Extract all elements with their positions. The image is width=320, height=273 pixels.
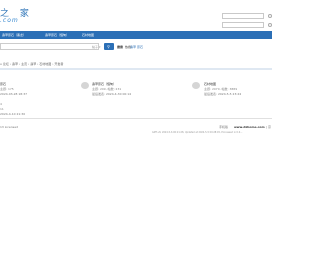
forum-meta: 4	[0, 102, 2, 106]
breadcrumb-text[interactable]: 论坛 › 翡翠 › 主页 › 翡翠 › 石材地图 › 开发者	[3, 62, 64, 66]
forum-name[interactable]: 原石	[0, 82, 6, 86]
forum-last-post[interactable]: 最后发表: 2024-4-30 00:14	[92, 92, 131, 96]
forum-icon	[192, 82, 200, 89]
nav-item-heilong[interactable]: 翡翠原石（黑龙）	[2, 33, 26, 37]
forum-name[interactable]: 石材地图	[204, 82, 216, 86]
forum-icon	[81, 82, 89, 89]
search-submit-label[interactable]: 搜索	[117, 45, 123, 49]
breadcrumb[interactable]: ⌂ 论坛 › 翡翠 › 主页 › 翡翠 › 石材地图 › 开发者	[0, 62, 63, 66]
forum-last-post[interactable]: 2024-4-10 21:30	[0, 112, 25, 116]
nav-item-stone-map[interactable]: 石材地图	[82, 33, 94, 37]
password-input[interactable]	[222, 22, 264, 28]
footer-icp[interactable]: | 京	[266, 125, 271, 129]
footer-license: 13 Licensed	[0, 125, 18, 129]
remember-checkbox[interactable]	[268, 14, 272, 18]
hot-search-item[interactable]: 原石	[137, 45, 143, 49]
forum-last-post[interactable]: 2024-03-28 18:37	[0, 92, 27, 96]
username-input[interactable]	[222, 13, 264, 19]
forum-name[interactable]: 翡翠原石（缅甸）	[92, 82, 116, 86]
main-nav	[0, 31, 272, 39]
search-type-dropdown[interactable]: 帖子 ▾	[92, 45, 100, 49]
autologin-checkbox[interactable]	[268, 23, 272, 27]
footer-divider	[0, 118, 272, 119]
forum-meta: 主题: 175	[0, 87, 14, 91]
footer-site-link[interactable]: www.dzhome.com	[234, 125, 265, 129]
category-header-bar	[0, 68, 272, 70]
site-logo-domain: .com	[0, 17, 19, 24]
search-button[interactable]: ⚲	[104, 43, 114, 50]
forum-meta: 主题: 2070, 帖数: 3889	[204, 87, 238, 91]
forum-meta: 主题: 209, 帖数: 231	[92, 87, 122, 91]
forum-meta: 11	[0, 107, 4, 111]
footer-server-time: GMT+8, 2024-5-6 00:21:28, Updated at 202…	[152, 131, 243, 134]
search-icon: ⚲	[107, 44, 110, 49]
hot-search-item[interactable]: 翡翠	[130, 45, 136, 49]
forum-last-post[interactable]: 最后发表: 2024-5-5 23:24	[204, 92, 241, 96]
nav-item-myanmar[interactable]: 翡翠原石（缅甸）	[45, 33, 69, 37]
search-input[interactable]	[0, 43, 99, 50]
home-icon[interactable]: ⌂	[0, 62, 2, 66]
footer-mobile-link[interactable]: 手机版	[219, 125, 228, 129]
